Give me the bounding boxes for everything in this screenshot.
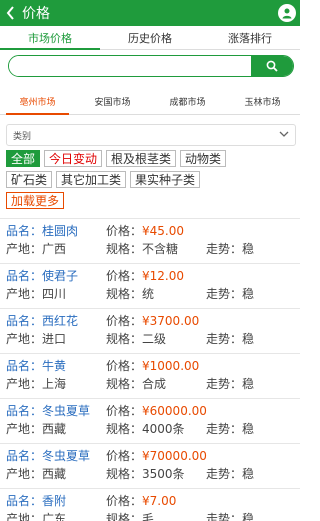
item-origin: 广西 [42, 242, 67, 256]
item-trend: 稳 [242, 242, 255, 256]
app-header: 价格 [0, 0, 300, 26]
item-name: 使君子 [42, 269, 79, 283]
search-input[interactable] [9, 56, 251, 76]
market-tab-yulin[interactable]: 玉林市场 [225, 89, 300, 114]
item-trend: 稳 [242, 287, 255, 301]
list-item[interactable]: 品名：冬虫夏草 价格：¥60000.00 产地：西藏 规格：4000条 走势：稳 [0, 398, 300, 443]
tab-ranking[interactable]: 涨落排行 [200, 26, 300, 49]
chip-processed[interactable]: 其它加工类 [56, 171, 127, 188]
tab-history-price[interactable]: 历史价格 [100, 26, 200, 49]
item-trend: 稳 [242, 377, 255, 391]
item-name: 香附 [42, 494, 67, 508]
market-tabs: 亳州市场 安国市场 成都市场 玉林市场 [0, 89, 300, 115]
list-item[interactable]: 品名：西红花 价格：¥3700.00 产地：进口 规格：二级 走势：稳 [0, 308, 300, 353]
list-item[interactable]: 品名：牛黄 价格：¥1000.00 产地：上海 规格：合成 走势：稳 [0, 353, 300, 398]
item-price: ¥3700.00 [142, 314, 200, 328]
item-price: ¥12.00 [142, 269, 185, 283]
list-item[interactable]: 品名：香附 价格：¥7.00 产地：广东 规格：毛 走势：稳 [0, 488, 300, 521]
market-tab-chengdu[interactable]: 成都市场 [150, 89, 225, 114]
chip-animals[interactable]: 动物类 [180, 150, 227, 167]
item-origin: 西藏 [42, 467, 67, 481]
search-bar [8, 55, 294, 77]
item-name: 冬虫夏草 [42, 449, 91, 463]
search-button[interactable] [251, 56, 293, 76]
item-spec: 二级 [142, 332, 167, 346]
avatar[interactable] [278, 4, 296, 22]
top-tabs: 市场价格 历史价格 涨落排行 [0, 26, 300, 50]
list-item[interactable]: 品名：使君子 价格：¥12.00 产地：四川 规格：统 走势：稳 [0, 263, 300, 308]
market-tab-bozhou[interactable]: 亳州市场 [0, 89, 75, 115]
back-icon[interactable] [0, 0, 20, 26]
item-price: ¥70000.00 [142, 449, 207, 463]
item-trend: 稳 [242, 467, 255, 481]
item-spec: 统 [142, 287, 155, 301]
item-name: 西红花 [42, 314, 79, 328]
item-spec: 4000条 [142, 422, 185, 436]
item-origin: 广东 [42, 512, 67, 521]
market-tab-anguo[interactable]: 安国市场 [75, 89, 150, 114]
load-more-button[interactable]: 加载更多 [6, 192, 65, 209]
list-item[interactable]: 品名：冬虫夏草 价格：¥70000.00 产地：西藏 规格：3500条 走势：稳 [0, 443, 300, 488]
item-trend: 稳 [242, 332, 255, 346]
chip-fruits-seeds[interactable]: 果实种子类 [130, 171, 201, 188]
item-spec: 不含糖 [142, 242, 179, 256]
chip-minerals[interactable]: 矿石类 [6, 171, 53, 188]
tab-market-price[interactable]: 市场价格 [0, 26, 100, 50]
search-icon [266, 60, 278, 72]
chevron-down-icon [279, 130, 289, 140]
item-name: 冬虫夏草 [42, 404, 91, 418]
filter-chips: 全部 今日变动 根及根茎类 动物类 矿石类 其它加工类 果实种子类 加载更多 [6, 150, 298, 213]
chip-all[interactable]: 全部 [6, 150, 41, 167]
item-origin: 四川 [42, 287, 67, 301]
item-price: ¥60000.00 [142, 404, 207, 418]
category-label: 类别 [13, 131, 32, 142]
list-item[interactable]: 品名：桂圆肉 价格：¥45.00 产地：广西 规格：不含糖 走势：稳 [0, 218, 300, 263]
item-spec: 3500条 [142, 467, 185, 481]
category-select[interactable]: 类别 [6, 124, 296, 146]
item-name: 桂圆肉 [42, 224, 79, 238]
item-trend: 稳 [242, 422, 255, 436]
item-origin: 上海 [42, 377, 67, 391]
item-price: ¥45.00 [142, 224, 185, 238]
user-icon [282, 8, 292, 19]
page-title: 价格 [22, 6, 50, 22]
item-trend: 稳 [242, 512, 255, 521]
chip-roots[interactable]: 根及根茎类 [106, 150, 177, 167]
item-origin: 西藏 [42, 422, 67, 436]
item-price: ¥1000.00 [142, 359, 200, 373]
item-spec: 合成 [142, 377, 167, 391]
item-name: 牛黄 [42, 359, 67, 373]
item-origin: 进口 [42, 332, 67, 346]
item-price: ¥7.00 [142, 494, 177, 508]
item-spec: 毛 [142, 512, 155, 521]
chip-today-change[interactable]: 今日变动 [44, 150, 103, 167]
price-list: 品名：桂圆肉 价格：¥45.00 产地：广西 规格：不含糖 走势：稳 品名：使君… [0, 218, 300, 521]
